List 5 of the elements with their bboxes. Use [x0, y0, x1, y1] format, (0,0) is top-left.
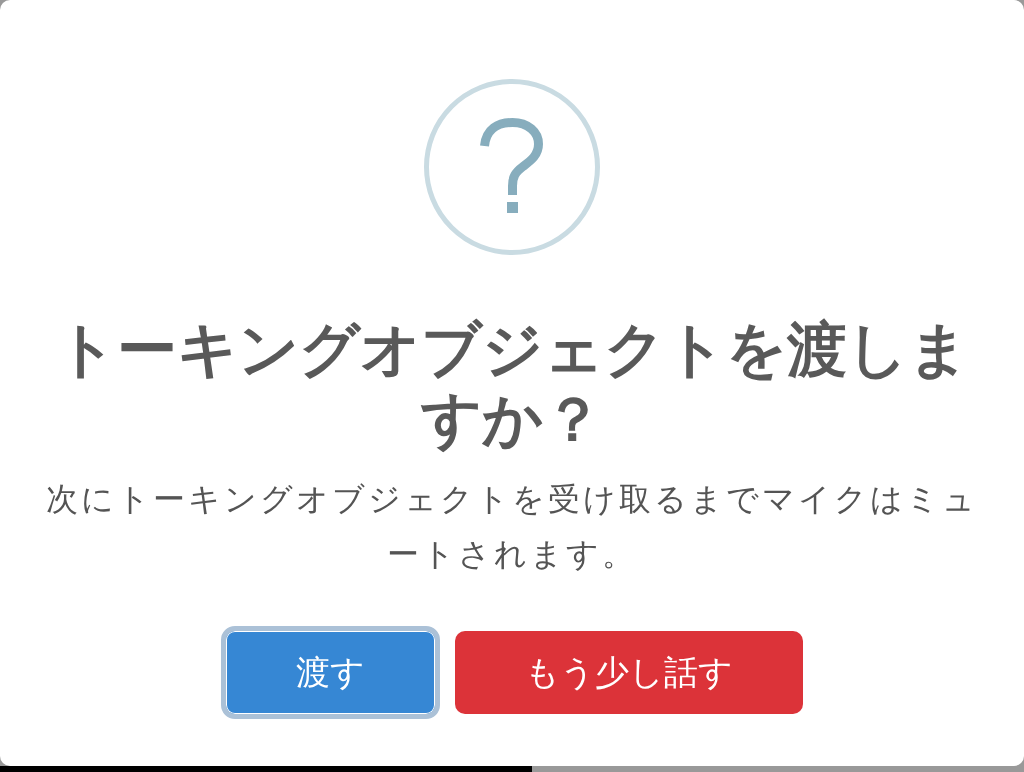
- dialog-title: トーキングオブジェクトを渡しますか？: [54, 315, 970, 455]
- confirm-button[interactable]: 渡す: [221, 626, 440, 719]
- dialog-message: 次にトーキングオブジェクトを受け取るまでマイクはミュートされます。: [45, 480, 979, 574]
- cancel-button[interactable]: もう少し話す: [455, 631, 803, 714]
- question-icon: [424, 79, 600, 255]
